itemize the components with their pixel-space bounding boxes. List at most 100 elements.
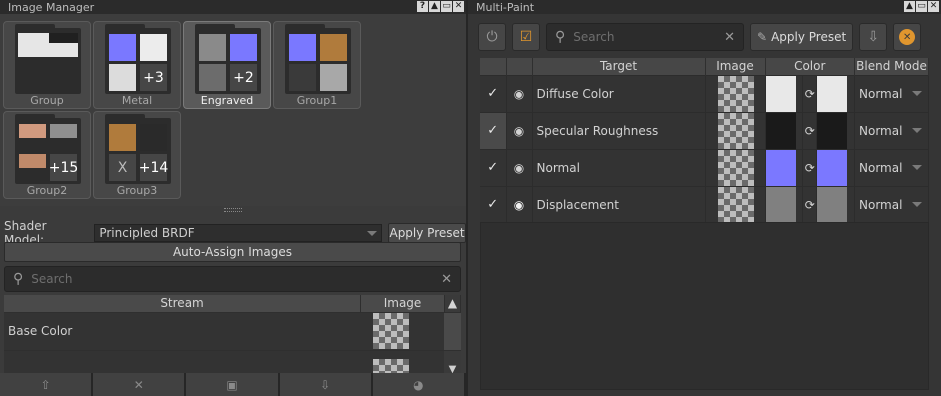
close-icon[interactable]: ✕ [928,1,939,12]
refresh-icon[interactable]: ⟳ [802,74,817,112]
enable-checkbox[interactable]: ✓ [480,148,507,186]
count-badge: +15 [49,154,78,181]
image-header: Image [705,58,766,75]
folder-icon: +3 [105,24,171,94]
blend-mode-dropdown[interactable]: Normal [854,185,929,223]
delete-icon[interactable]: ✕ [93,373,187,396]
panel-title: Multi-Paint [476,0,535,14]
thumbnail-group[interactable]: Group [3,21,91,109]
check-column-header [480,58,507,75]
color-swatch [765,112,796,149]
refresh-icon[interactable]: ⟳ [802,148,817,186]
target-name: Diffuse Color [532,74,706,112]
collapse-icon[interactable]: ▲ [429,1,440,12]
thumbnail-label: Group [30,94,64,107]
import-icon[interactable]: ⇧ [0,373,94,396]
apply-preset-button[interactable]: ✎ Apply Preset [750,23,854,51]
color-swatch [765,149,796,186]
power-icon[interactable]: ⏻ [478,23,506,51]
paint-mode-icon[interactable]: ☑ [512,23,540,51]
table-row[interactable]: ✓ ◉ Specular Roughness ⟳ Normal [480,111,929,149]
help-icon[interactable]: ? [417,1,428,12]
table-row[interactable]: ✓ ◉ Normal ⟳ Normal [480,148,929,186]
table-row[interactable]: ✓ ◉ Diffuse Color ⟳ Normal [480,74,929,112]
apply-preset-button[interactable]: Apply Preset [388,223,467,243]
image-cell[interactable] [705,74,766,112]
blend-mode-control: Normal [855,198,928,212]
table-row[interactable]: ✓ ◉ Displacement ⟳ Normal [480,185,929,223]
blend-mode-dropdown[interactable]: Normal [854,111,929,149]
refresh-icon[interactable]: ⟳ [802,185,817,223]
refresh-icon[interactable]: ⟳ [802,111,817,149]
color-swatch-b[interactable] [816,74,855,112]
thumbnail-engraved[interactable]: +2 Engraved [183,21,271,109]
eye-icon[interactable]: ◉ [506,111,533,149]
thumbnail-group2[interactable]: +15 Group2 [3,111,91,199]
enable-checkbox[interactable]: ✓ [480,74,507,112]
export-icon[interactable]: ⇩ [859,23,888,51]
thumbnail-group3[interactable]: X +14 Group3 [93,111,181,199]
thumbnail-label: Group2 [26,184,68,197]
swatch [140,124,167,151]
swatch [109,64,136,91]
clear-icon[interactable]: ✕ [441,272,452,287]
enable-checkbox[interactable]: ✓ [480,185,507,223]
scrollbar[interactable] [444,311,461,350]
swatch [230,34,257,61]
image-cell[interactable] [705,148,766,186]
swatch [109,34,136,61]
splitter-grip[interactable] [224,208,242,212]
stream-header: Stream [4,295,362,312]
apply-preset-label: Apply Preset [771,30,847,44]
color-swatch [817,75,847,112]
missing-image-icon: X [109,154,136,181]
auto-assign-button[interactable]: Auto-Assign Images [4,242,461,262]
color-swatch-a[interactable] [765,111,804,149]
shader-model-dropdown[interactable]: Principled BRDF [94,224,383,242]
image-preview [372,313,409,349]
eye-icon[interactable]: ◉ [506,148,533,186]
search-field[interactable]: ⚲ Search ✕ [4,266,461,292]
image-icon[interactable]: ▣ [186,373,280,396]
color-swatch-b[interactable] [816,148,855,186]
eye-icon[interactable]: ◉ [506,74,533,112]
swatch [289,64,316,91]
float-icon[interactable]: ▭ [916,1,927,12]
export-icon[interactable]: ⇩ [279,373,373,396]
blend-mode-dropdown[interactable]: Normal [854,148,929,186]
palette-icon[interactable]: ◕ [372,373,467,396]
image-cell[interactable] [360,311,445,350]
color-swatch-a[interactable] [765,74,804,112]
image-manager-toolbar: ⇧ ✕ ▣ ⇩ ◕ [0,373,467,396]
shader-model-value: Principled BRDF [99,226,195,240]
multi-paint-toolbar: ⏻ ☑ ⚲ Search ✕ ✎ Apply Preset ⇩ ✕ [478,22,935,52]
thumbnail-metal[interactable]: +3 Metal [93,21,181,109]
color-swatch-b[interactable] [816,185,855,223]
blend-mode-value: Normal [859,160,903,175]
panel-title: Image Manager [8,0,95,14]
clear-icon[interactable]: ✕ [724,30,735,45]
count-badge: +14 [139,154,168,181]
float-icon[interactable]: ▭ [441,1,452,12]
close-icon[interactable]: ✕ [453,1,464,12]
thumbnail-label: Group1 [296,94,338,107]
color-swatch-a[interactable] [765,185,804,223]
clear-all-button[interactable]: ✕ [893,23,922,51]
thumbnail-group1[interactable]: Group1 [273,21,361,109]
color-swatch-b[interactable] [816,111,855,149]
color-swatch-a[interactable] [765,148,804,186]
enable-checkbox[interactable]: ✓ [480,111,507,149]
image-header: Image [360,295,445,312]
collapse-icon[interactable]: ▲ [904,1,915,12]
eye-icon[interactable]: ◉ [506,185,533,223]
search-field[interactable]: ⚲ Search ✕ [546,23,744,51]
blend-mode-value: Normal [859,123,903,138]
image-manager-panel: Image Manager ? ▲ ▭ ✕ Group +3 Metal +2 … [0,0,467,396]
image-preview [717,75,754,112]
table-row[interactable]: Base Color [4,311,461,350]
check-icon: ✓ [487,86,499,101]
image-cell[interactable] [705,185,766,223]
scroll-up-icon[interactable]: ▲ [444,295,462,312]
image-cell[interactable] [705,111,766,149]
blend-mode-dropdown[interactable]: Normal [854,74,929,112]
